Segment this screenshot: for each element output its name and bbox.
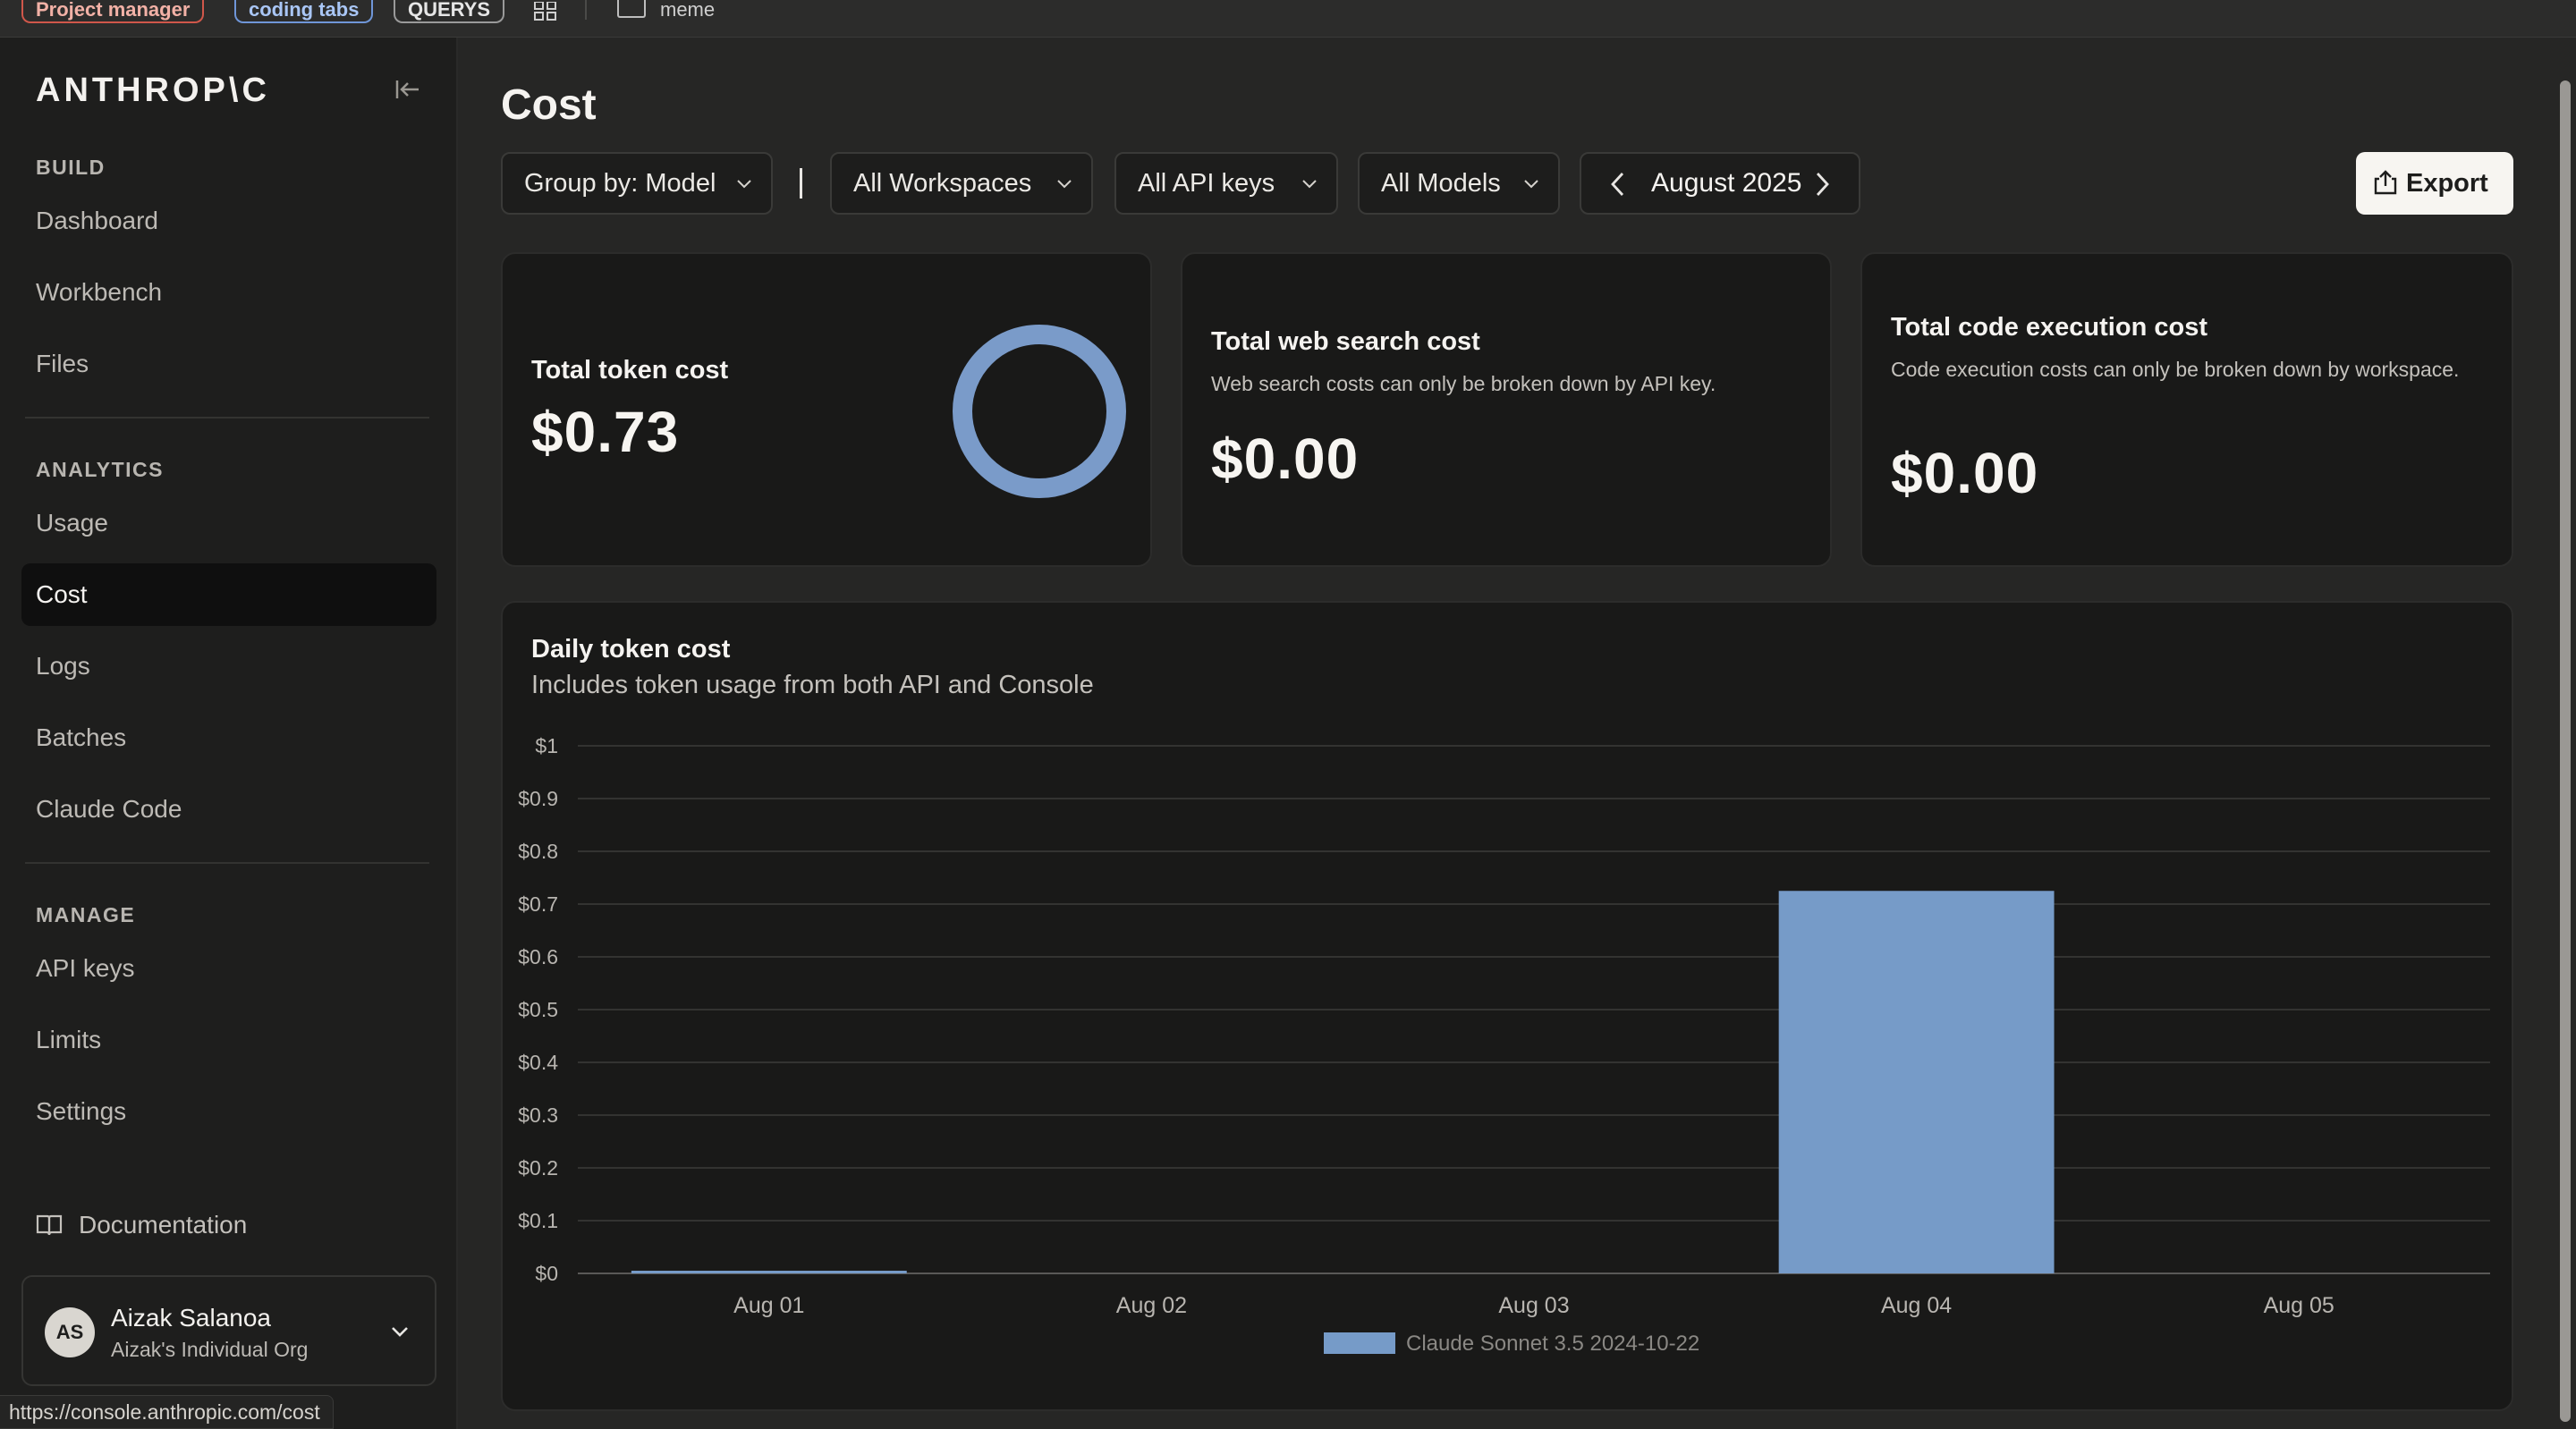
sidebar-item-settings[interactable]: Settings xyxy=(21,1080,436,1143)
filter-separator xyxy=(800,168,802,199)
code-execution-cost-desc: Code execution costs can only be broken … xyxy=(1891,358,2460,381)
legend-swatch xyxy=(1324,1332,1395,1354)
bookmark-folder-meme[interactable]: meme xyxy=(660,0,715,21)
user-name: Aizak Salanoa xyxy=(111,1304,272,1332)
section-label-analytics: ANALYTICS xyxy=(36,458,164,481)
avatar: AS xyxy=(45,1307,95,1357)
y-tick-label: $0.9 xyxy=(518,787,558,810)
user-org: Aizak's Individual Org xyxy=(111,1338,309,1361)
sidebar-item-files[interactable]: Files xyxy=(21,333,436,395)
apps-grid-icon[interactable] xyxy=(533,2,558,21)
sidebar-item-dashboard[interactable]: Dashboard xyxy=(21,190,436,252)
api-keys-dropdown[interactable]: All API keys xyxy=(1114,152,1338,215)
daily-token-cost-chart-card: Daily token cost Includes token usage fr… xyxy=(501,601,2513,1411)
y-tick-label: $0.1 xyxy=(518,1209,558,1232)
y-tick-label: $1 xyxy=(535,734,558,757)
token-cost-card: Total token cost $0.73 xyxy=(501,252,1152,567)
section-label-build: BUILD xyxy=(36,156,106,179)
bar-aug-01[interactable] xyxy=(631,1271,907,1273)
sidebar-item-batches[interactable]: Batches xyxy=(21,706,436,769)
token-cost-value: $0.73 xyxy=(531,400,680,464)
bookmarks-bar: Project manager coding tabs QUERYS meme xyxy=(0,0,2576,38)
chevron-down-icon xyxy=(1057,180,1072,189)
sidebar: ANTHROP\C BUILD Dashboard Workbench File… xyxy=(0,38,458,1429)
y-tick-label: $0.2 xyxy=(518,1156,558,1180)
code-execution-cost-value: $0.00 xyxy=(1891,441,2039,505)
month-label: August 2025 xyxy=(1651,168,1802,198)
code-execution-cost-title: Total code execution cost xyxy=(1891,313,2207,342)
bookmark-separator xyxy=(585,0,587,20)
sidebar-divider xyxy=(25,862,429,864)
api-keys-label: All API keys xyxy=(1138,169,1275,198)
scrollbar[interactable] xyxy=(2560,80,2571,1422)
chevron-down-icon xyxy=(392,1327,408,1337)
export-label: Export xyxy=(2406,169,2488,198)
sidebar-item-claude-code[interactable]: Claude Code xyxy=(21,778,436,841)
sidebar-item-api-keys[interactable]: API keys xyxy=(21,937,436,1000)
sidebar-item-logs[interactable]: Logs xyxy=(21,635,436,698)
x-tick-label: Aug 04 xyxy=(1881,1293,1952,1318)
y-tick-label: $0 xyxy=(535,1262,558,1285)
web-search-cost-value: $0.00 xyxy=(1211,427,1360,491)
y-tick-label: $0.6 xyxy=(518,945,558,968)
group-by-label: Group by: Model xyxy=(524,169,716,198)
chevron-right-icon[interactable] xyxy=(1805,168,1837,200)
y-tick-label: $0.8 xyxy=(518,840,558,863)
user-menu[interactable]: AS Aizak Salanoa Aizak's Individual Org xyxy=(21,1275,436,1386)
month-selector: August 2025 xyxy=(1580,152,1860,215)
models-label: All Models xyxy=(1381,169,1501,198)
collapse-sidebar-icon[interactable] xyxy=(392,73,424,106)
group-by-dropdown[interactable]: Group by: Model xyxy=(501,152,773,215)
main-content: Cost Group by: Model All Workspaces All … xyxy=(458,38,2576,1429)
page-title: Cost xyxy=(501,81,597,129)
web-search-cost-title: Total web search cost xyxy=(1211,327,1480,356)
anthropic-logo[interactable]: ANTHROP\C xyxy=(36,72,270,110)
models-dropdown[interactable]: All Models xyxy=(1358,152,1560,215)
x-tick-label: Aug 05 xyxy=(2264,1293,2334,1318)
x-tick-label: Aug 03 xyxy=(1498,1293,1569,1318)
status-bar-url: https://console.anthropic.com/cost xyxy=(0,1395,334,1429)
sidebar-divider xyxy=(25,417,429,419)
chevron-down-icon xyxy=(1302,180,1317,189)
token-cost-title: Total token cost xyxy=(531,356,729,385)
sidebar-item-cost[interactable]: Cost xyxy=(21,563,436,626)
y-tick-label: $0.3 xyxy=(518,1103,558,1127)
section-label-manage: MANAGE xyxy=(36,903,136,926)
chevron-down-icon xyxy=(1524,180,1538,189)
book-icon xyxy=(36,1214,63,1236)
workspaces-label: All Workspaces xyxy=(853,169,1032,198)
code-execution-cost-card: Total code execution cost Code execution… xyxy=(1860,252,2513,567)
documentation-label: Documentation xyxy=(79,1211,248,1239)
chevron-down-icon xyxy=(737,180,751,189)
workspaces-dropdown[interactable]: All Workspaces xyxy=(830,152,1093,215)
x-tick-label: Aug 01 xyxy=(733,1293,804,1318)
documentation-link[interactable]: Documentation xyxy=(36,1211,247,1239)
bookmark-coding-tabs[interactable]: coding tabs xyxy=(234,0,374,23)
x-tick-label: Aug 02 xyxy=(1116,1293,1187,1318)
sidebar-item-usage[interactable]: Usage xyxy=(21,492,436,554)
token-cost-ring xyxy=(953,325,1126,498)
sidebar-item-limits[interactable]: Limits xyxy=(21,1009,436,1071)
folder-icon[interactable] xyxy=(617,0,646,18)
share-icon xyxy=(2374,170,2397,195)
y-tick-label: $0.7 xyxy=(518,892,558,916)
legend-label[interactable]: Claude Sonnet 3.5 2024-10-22 xyxy=(1406,1332,1699,1356)
bookmark-querys[interactable]: QUERYS xyxy=(394,0,505,23)
y-tick-label: $0.4 xyxy=(518,1051,558,1074)
chevron-left-icon[interactable] xyxy=(1603,168,1635,200)
web-search-cost-card: Total web search cost Web search costs c… xyxy=(1181,252,1832,567)
web-search-cost-desc: Web search costs can only be broken down… xyxy=(1211,372,1716,395)
export-button[interactable]: Export xyxy=(2356,152,2513,215)
bar-aug-04[interactable] xyxy=(1778,891,2055,1273)
daily-token-cost-chart: $0 $0.1 $0.2 $0.3 $0.4 $0.5 $0.6 $0.7 $0.8 $0.9 $1… xyxy=(518,734,2490,1356)
sidebar-item-workbench[interactable]: Workbench xyxy=(21,261,436,324)
bookmark-project-manager[interactable]: Project manager xyxy=(21,0,205,23)
y-tick-label: $0.5 xyxy=(518,998,558,1021)
